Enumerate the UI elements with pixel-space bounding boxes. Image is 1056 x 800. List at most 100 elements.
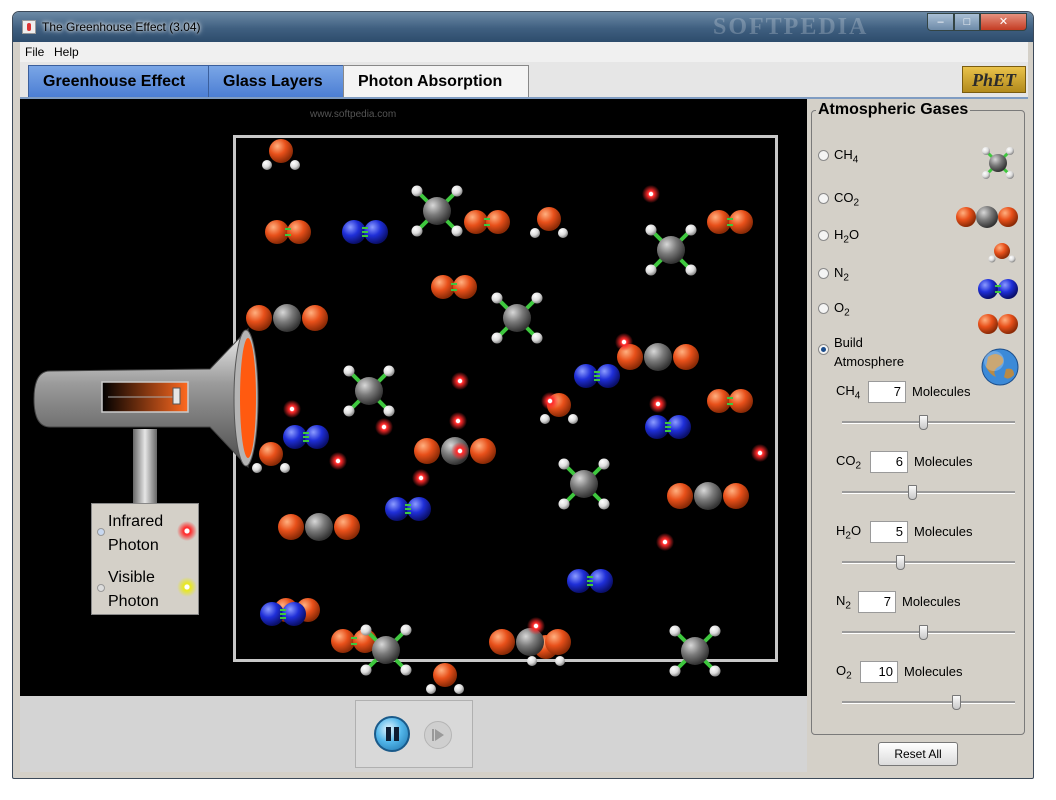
infrared-photon-icon (177, 521, 197, 541)
slider-track (842, 421, 1015, 424)
molecule-count-row: N2 7 Molecules (836, 591, 1016, 615)
molecules-unit-label: Molecules (912, 384, 971, 399)
co2-molecule (667, 482, 749, 510)
minimize-button[interactable]: – (927, 13, 954, 31)
client-area: File Help Greenhouse Effect Glass Layers… (20, 42, 1028, 772)
photon-emitter (33, 327, 259, 504)
panel-title: Atmospheric Gases (816, 101, 971, 119)
ch4-molecule (343, 365, 395, 417)
infrared-photon (283, 400, 301, 418)
n2-molecule (567, 569, 613, 593)
o2-molecule (265, 220, 311, 244)
infrared-photon (412, 469, 430, 487)
count-gas-label: CO2 (836, 453, 862, 472)
tab-photon-absorption[interactable]: Photon Absorption (343, 65, 529, 98)
infrared-photon (375, 418, 393, 436)
clock-control-panel (355, 700, 473, 768)
count-gas-label: CH4 (836, 383, 861, 402)
infrared-photon (451, 442, 469, 460)
n2-molecule (385, 497, 431, 521)
tab-greenhouse-effect[interactable]: Greenhouse Effect (28, 65, 209, 98)
tab-glass-layers[interactable]: Glass Layers (208, 65, 348, 98)
infrared-photon (541, 392, 559, 410)
visible-photon-icon (177, 577, 197, 597)
n2-molecule (645, 415, 691, 439)
infrared-photon (449, 412, 467, 430)
molecule-count-input[interactable]: 7 (858, 591, 896, 613)
molecule-count-slider[interactable] (842, 555, 1015, 570)
infrared-radio[interactable] (97, 528, 105, 536)
h2o-molecule (262, 139, 300, 170)
simulation-canvas[interactable]: www.softpedia.com Infrared Photon Visibl… (20, 99, 807, 696)
slider-track (842, 491, 1015, 494)
molecule-count-slider[interactable] (842, 415, 1015, 430)
maximize-button[interactable]: □ (954, 13, 980, 31)
intensity-slider-thumb[interactable] (172, 387, 181, 405)
menu-bar: File Help (20, 42, 1028, 62)
slider-track (842, 701, 1015, 704)
n2-molecule (574, 364, 620, 388)
app-window: The Greenhouse Effect (3.04) SOFTPEDIA –… (12, 11, 1034, 779)
ch4-molecule (645, 224, 697, 276)
window-title: The Greenhouse Effect (3.04) (42, 20, 201, 34)
visible-line1: Visible (108, 569, 155, 586)
n2-molecule (342, 220, 388, 244)
infrared-photon (527, 617, 545, 635)
slider-thumb[interactable] (919, 625, 928, 640)
emitter-stand (133, 429, 157, 504)
molecule-count-input[interactable]: 6 (870, 451, 908, 473)
java-app-icon (22, 20, 36, 34)
pause-button[interactable] (374, 716, 410, 752)
close-button[interactable]: ✕ (980, 13, 1027, 31)
visible-option-label[interactable]: Visible Photon (108, 566, 159, 614)
ch4-molecule (491, 292, 543, 344)
count-gas-label: H2O (836, 523, 862, 542)
molecule-count-row: CO2 6 Molecules (836, 451, 1016, 475)
molecule-count-row: CH4 7 Molecules (836, 381, 1016, 405)
o2-molecule (464, 210, 510, 234)
menu-file[interactable]: File (25, 45, 44, 59)
molecule-count-input[interactable]: 10 (860, 661, 898, 683)
molecule-count-row: H2O 5 Molecules (836, 521, 1016, 545)
molecule-count-slider[interactable] (842, 625, 1015, 640)
clock-control-bar (20, 696, 807, 772)
reset-all-button[interactable]: Reset All (878, 742, 958, 766)
infrared-photon (649, 395, 667, 413)
slider-thumb[interactable] (908, 485, 917, 500)
atmospheric-gases-panel: Atmospheric Gases CH4 CO2 H2O N2 O2 Buil… (811, 101, 1025, 735)
gas-icons (956, 147, 1019, 386)
slider-thumb[interactable] (896, 555, 905, 570)
menu-help[interactable]: Help (54, 45, 79, 59)
infrared-line2: Photon (108, 537, 159, 554)
title-bar[interactable]: The Greenhouse Effect (3.04) SOFTPEDIA –… (13, 12, 1033, 42)
infrared-photon (329, 452, 347, 470)
molecule-count-input[interactable]: 5 (870, 521, 908, 543)
softpedia-watermark: SOFTPEDIA (713, 14, 869, 40)
o2-molecule (707, 389, 753, 413)
h2o-molecule (426, 663, 464, 694)
molecule-count-slider[interactable] (842, 695, 1015, 710)
slider-thumb[interactable] (952, 695, 961, 710)
molecules-unit-label: Molecules (904, 664, 963, 679)
slider-track (842, 631, 1015, 634)
co2-molecule (278, 513, 360, 541)
h2o-molecule-icon (988, 243, 1016, 263)
phet-logo: PhET (962, 66, 1026, 93)
visible-radio[interactable] (97, 584, 105, 592)
infrared-option-label[interactable]: Infrared Photon (108, 510, 163, 558)
molecule-count-slider[interactable] (842, 485, 1015, 500)
photons (283, 185, 769, 635)
molecule-count-row: O2 10 Molecules (836, 661, 1016, 685)
ch4-molecule (411, 185, 463, 237)
o2-molecule (431, 275, 477, 299)
tab-bar: Greenhouse Effect Glass Layers Photon Ab… (20, 62, 1028, 99)
slider-thumb[interactable] (919, 415, 928, 430)
ch4-molecule (669, 625, 721, 677)
step-button[interactable] (424, 721, 452, 749)
molecules-unit-label: Molecules (914, 454, 973, 469)
molecule-count-input[interactable]: 7 (868, 381, 906, 403)
count-gas-label: N2 (836, 593, 851, 612)
ch4-molecule (558, 458, 610, 510)
n2-molecule (283, 425, 329, 449)
photon-type-selector: Infrared Photon Visible Photon (91, 503, 199, 615)
